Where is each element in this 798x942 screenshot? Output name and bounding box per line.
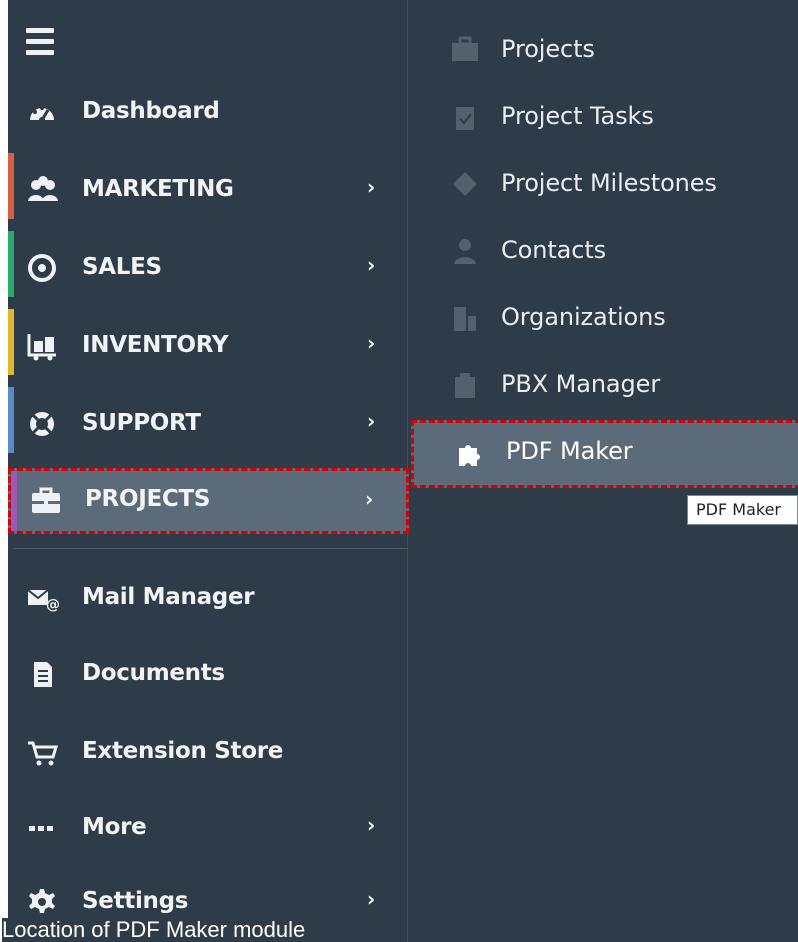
submenu-item-organizations[interactable]: Organizations xyxy=(409,285,798,349)
sidebar-item-support[interactable]: SUPPORT › xyxy=(8,387,408,454)
sidebar-item-label: INVENTORY xyxy=(82,332,229,358)
inventory-icon xyxy=(26,330,58,362)
sidebar-item-label: More xyxy=(82,814,147,840)
chevron-right-icon: › xyxy=(367,813,375,837)
submenu-item-label: Contacts xyxy=(501,236,607,264)
sidebar-item-label: SALES xyxy=(82,254,162,280)
sidebar-item-dashboard[interactable]: Dashboard xyxy=(8,80,408,142)
sidebar-item-inventory[interactable]: INVENTORY › xyxy=(8,309,408,376)
sidebar-item-label: SUPPORT xyxy=(82,410,201,436)
submenu-item-project-milestones[interactable]: Project Milestones xyxy=(409,151,798,215)
submenu-item-projects[interactable]: Projects xyxy=(409,17,798,81)
chevron-right-icon: › xyxy=(367,253,375,277)
projects-submenu: Projects Project Tasks Project Milestone… xyxy=(409,0,798,942)
documents-icon xyxy=(26,658,58,690)
settings-icon xyxy=(26,886,58,918)
svg-text:@: @ xyxy=(46,597,60,613)
milestone-icon xyxy=(450,169,480,199)
sales-icon xyxy=(26,252,58,284)
chevron-right-icon: › xyxy=(365,487,373,511)
sidebar-item-label: Extension Store xyxy=(82,738,284,764)
hamburger-menu-icon[interactable] xyxy=(26,28,54,58)
marketing-accent xyxy=(8,153,14,219)
sidebar-item-documents[interactable]: Documents xyxy=(8,642,408,704)
left-edge xyxy=(0,0,8,942)
submenu-item-pdf-maker[interactable]: PDF Maker xyxy=(411,420,798,488)
sidebar-item-sales[interactable]: SALES › xyxy=(8,231,408,298)
marketing-icon xyxy=(26,174,58,206)
more-icon xyxy=(26,812,58,844)
cart-icon xyxy=(26,736,59,768)
submenu-item-project-tasks[interactable]: Project Tasks xyxy=(409,84,798,148)
support-accent xyxy=(8,387,14,453)
sidebar-item-projects[interactable]: PROJECTS › xyxy=(8,468,409,534)
chevron-right-icon: › xyxy=(367,409,375,433)
sidebar-item-label: MARKETING xyxy=(82,176,234,202)
submenu-item-label: PBX Manager xyxy=(501,370,661,398)
sales-accent xyxy=(8,231,14,297)
sidebar-item-label: PROJECTS xyxy=(85,486,211,512)
chevron-right-icon: › xyxy=(367,887,375,911)
sidebar-item-extension-store[interactable]: Extension Store xyxy=(8,720,408,782)
chevron-right-icon: › xyxy=(367,175,375,199)
dashboard-icon xyxy=(26,96,58,128)
crm-navigation-screenshot: Dashboard MARKETING › SALES › INVENTORY … xyxy=(0,0,798,942)
pdf-maker-tooltip: PDF Maker xyxy=(687,495,798,525)
submenu-item-pbx-manager[interactable]: PBX Manager xyxy=(409,352,798,416)
submenu-item-label: Projects xyxy=(501,35,595,63)
organizations-icon xyxy=(450,303,480,333)
briefcase-icon xyxy=(29,485,61,517)
submenu-item-label: Organizations xyxy=(501,303,666,331)
inventory-accent xyxy=(8,309,14,375)
submenu-item-label: Project Milestones xyxy=(501,169,717,197)
sidebar-divider xyxy=(14,548,408,549)
sidebar-item-marketing[interactable]: MARKETING › xyxy=(8,153,408,220)
sidebar-item-label: Mail Manager xyxy=(82,584,255,610)
mail-icon: @ xyxy=(26,582,60,614)
sidebar-item-label: Documents xyxy=(82,660,225,686)
projects-accent xyxy=(11,471,17,531)
sidebar-item-label: Dashboard xyxy=(82,98,220,124)
contacts-icon xyxy=(450,236,480,266)
support-icon xyxy=(26,408,58,440)
image-caption: Location of PDF Maker module xyxy=(2,917,306,942)
puzzle-icon xyxy=(455,439,485,469)
briefcase-icon xyxy=(450,35,480,65)
chevron-right-icon: › xyxy=(367,331,375,355)
submenu-item-contacts[interactable]: Contacts xyxy=(409,218,798,282)
pbx-icon xyxy=(450,370,480,400)
sidebar-item-label: Settings xyxy=(82,888,189,914)
submenu-item-label: PDF Maker xyxy=(506,437,633,465)
sidebar-item-more[interactable]: More › xyxy=(8,796,408,858)
sidebar-item-mail-manager[interactable]: @ Mail Manager xyxy=(8,566,408,628)
submenu-item-label: Project Tasks xyxy=(501,102,654,130)
tasks-icon xyxy=(450,102,480,132)
